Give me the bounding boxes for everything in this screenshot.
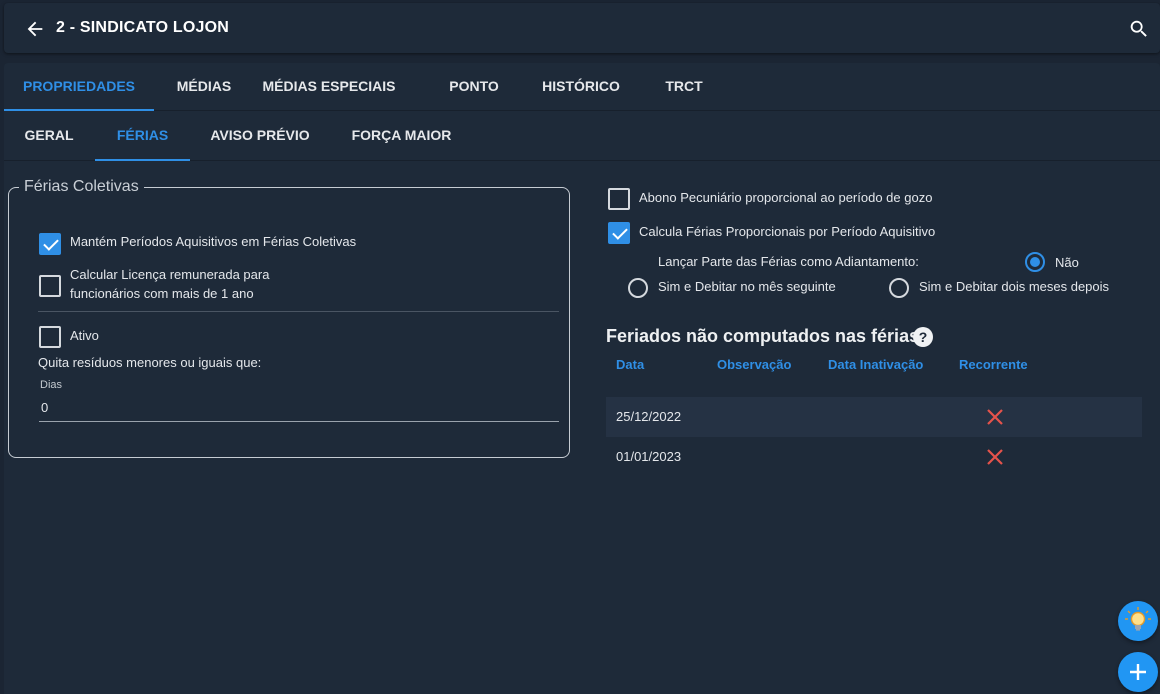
plus-icon (1130, 664, 1146, 680)
divider (38, 311, 559, 312)
radio-dois-meses[interactable] (889, 278, 909, 298)
radio-dois-meses-label: Sim e Debitar dois meses depois (919, 279, 1110, 294)
subtab-forca-maior[interactable]: FORÇA MAIOR (339, 111, 464, 161)
tab-historico[interactable]: HISTÓRICO (528, 63, 634, 111)
subtab-ferias[interactable]: FÉRIAS (95, 111, 190, 161)
calcula-ferias-checkbox[interactable] (608, 222, 630, 244)
feriados-title: Feriados não computados nas férias (606, 326, 920, 346)
top-app-bar: 2 - SINDICATO LOJON (4, 3, 1160, 53)
cell-data: 01/01/2023 (616, 449, 682, 464)
page-title: 2 - SINDICATO LOJON (56, 19, 230, 36)
tab-ponto[interactable]: PONTO (426, 63, 522, 111)
column-header-recorrente[interactable]: Recorrente (959, 357, 1028, 372)
mantem-periodos-checkbox[interactable] (39, 233, 61, 255)
table-row[interactable]: 01/01/2023 (606, 437, 1142, 477)
ativo-checkbox[interactable] (39, 326, 61, 348)
help-icon[interactable]: ? (913, 327, 933, 347)
close-icon[interactable] (986, 448, 1004, 466)
content-panel: PROPRIEDADES MÉDIAS MÉDIAS ESPECIAIS PON… (4, 63, 1160, 694)
tips-button[interactable] (1118, 601, 1158, 641)
quita-residuos-label: Quita resíduos menores ou iguais que: (38, 355, 262, 370)
tab-medias[interactable]: MÉDIAS (154, 63, 254, 111)
subtab-aviso-previo[interactable]: AVISO PRÉVIO (200, 111, 320, 161)
group-legend: Férias Coletivas (19, 178, 144, 196)
radio-nao[interactable] (1025, 252, 1045, 272)
calcular-licenca-checkbox[interactable] (39, 275, 61, 297)
abono-label: Abono Pecuniário proporcional ao período… (639, 190, 933, 205)
dias-field-label: Dias (40, 379, 63, 391)
table-row[interactable]: 25/12/2022 (606, 397, 1142, 437)
abono-checkbox[interactable] (608, 188, 630, 210)
calcular-licenca-label-line2: funcionários com mais de 1 ano (70, 286, 254, 301)
tab-propriedades[interactable]: PROPRIEDADES (4, 63, 154, 111)
lightbulb-icon (1125, 607, 1151, 631)
arrow-left-icon[interactable] (24, 18, 46, 40)
main-tabs: PROPRIEDADES MÉDIAS MÉDIAS ESPECIAIS PON… (4, 63, 1160, 111)
calcular-licenca-label-line1: Calcular Licença remunerada para (70, 267, 270, 282)
radio-mes-seguinte[interactable] (628, 278, 648, 298)
column-header-data-inativacao[interactable]: Data Inativação (828, 357, 923, 372)
mantem-periodos-label: Mantém Períodos Aquisitivos em Férias Co… (70, 234, 357, 249)
radio-mes-seguinte-label: Sim e Debitar no mês seguinte (658, 279, 836, 294)
search-icon[interactable] (1128, 18, 1150, 40)
cell-data: 25/12/2022 (616, 409, 682, 424)
ativo-label: Ativo (70, 328, 99, 343)
calcula-ferias-label: Calcula Férias Proporcionais por Período… (639, 224, 936, 239)
dias-input[interactable]: 0 (39, 396, 559, 422)
radio-nao-label: Não (1055, 255, 1079, 270)
subtab-geral[interactable]: GERAL (4, 111, 94, 161)
ferias-coletivas-group: Férias Coletivas Mantém Períodos Aquisit… (8, 178, 570, 458)
column-header-data[interactable]: Data (616, 357, 644, 372)
tab-medias-especiais[interactable]: MÉDIAS ESPECIAIS (254, 63, 404, 111)
tab-trct[interactable]: TRCT (644, 63, 724, 111)
adiantamento-label: Lançar Parte das Férias como Adiantament… (658, 254, 919, 269)
column-header-observacao[interactable]: Observação (717, 357, 791, 372)
close-icon[interactable] (986, 408, 1004, 426)
sub-tabs: GERAL FÉRIAS AVISO PRÉVIO FORÇA MAIOR (4, 111, 1160, 161)
add-button[interactable] (1118, 652, 1158, 692)
